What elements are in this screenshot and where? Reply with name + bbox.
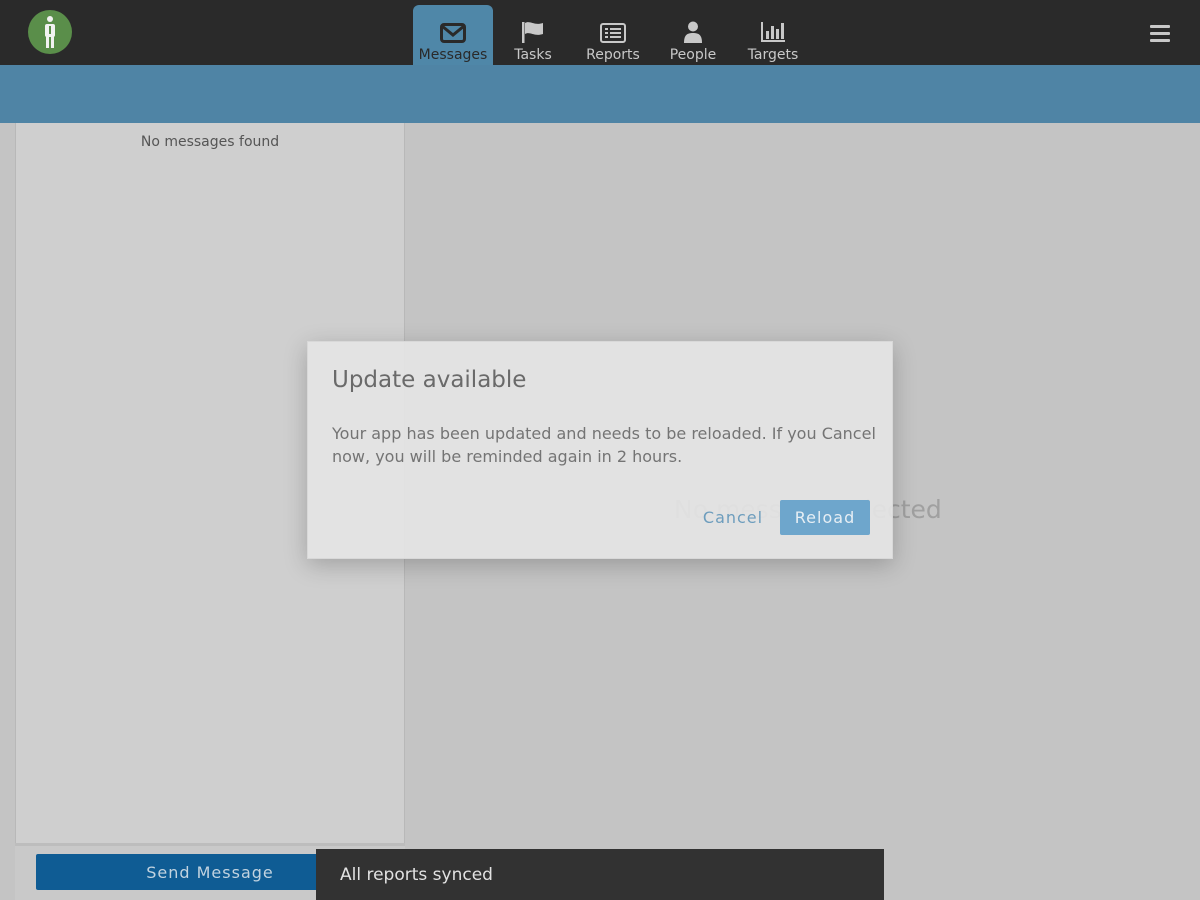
sub-header-bar [0, 65, 1200, 123]
tab-label: Targets [747, 47, 799, 63]
toast-text: All reports synced [340, 864, 493, 885]
tab-reports[interactable]: Reports [573, 5, 653, 65]
person-logo-icon [45, 16, 55, 48]
cancel-button[interactable]: Cancel [698, 500, 768, 534]
modal-body: Your app has been updated and needs to b… [332, 424, 876, 466]
empty-list-text: No messages found [140, 134, 280, 150]
update-modal: Update available Your app has been updat… [307, 341, 893, 559]
bar-chart-icon [761, 22, 785, 42]
tab-messages[interactable]: Messages [413, 5, 493, 65]
flag-icon [522, 22, 543, 43]
sync-toast: All reports synced [316, 849, 884, 900]
tab-label: People [669, 47, 717, 63]
tab-tasks[interactable]: Tasks [493, 5, 573, 65]
tab-label: Reports [586, 47, 640, 63]
envelope-icon [440, 23, 466, 43]
hamburger-menu-icon[interactable] [1150, 25, 1170, 43]
tab-targets[interactable]: Targets [733, 5, 813, 65]
tab-people[interactable]: People [653, 5, 733, 65]
tab-label: Messages [418, 47, 488, 63]
modal-title: Update available [332, 367, 527, 393]
list-icon [600, 23, 626, 43]
person-icon [684, 21, 702, 43]
app-logo[interactable] [28, 10, 72, 54]
main-tabs: Messages Tasks Reports People Targets [413, 5, 813, 65]
tab-label: Tasks [514, 47, 552, 63]
reload-button[interactable]: Reload [780, 500, 870, 535]
top-nav-bar: Messages Tasks Reports People Targets [0, 0, 1200, 65]
